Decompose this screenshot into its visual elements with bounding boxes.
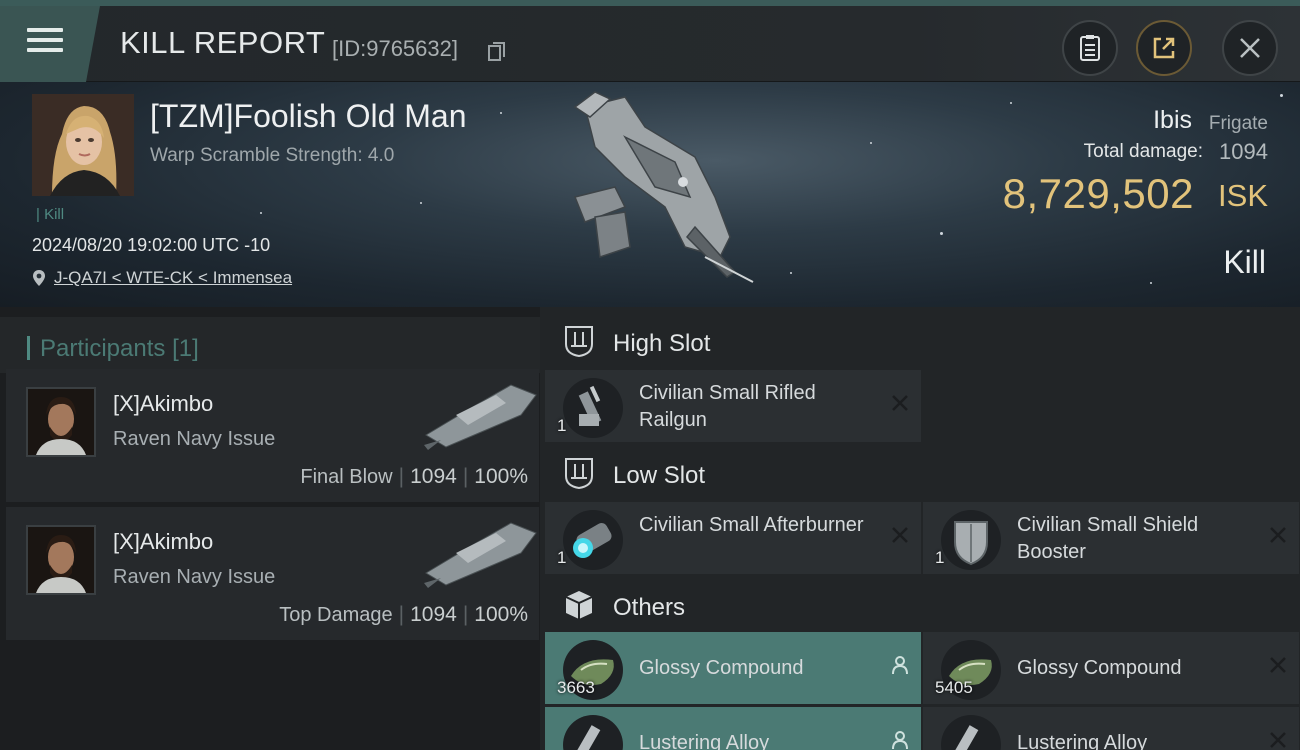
participant-ship-render: [424, 384, 537, 450]
ship-name: Ibis: [1153, 106, 1192, 134]
participants-title: Participants [1]: [40, 335, 199, 362]
participant-avatar[interactable]: [26, 387, 96, 457]
warp-scramble-strength: Warp Scramble Strength: 4.0: [150, 145, 395, 166]
fitting-item[interactable]: 3663 Glossy Compound: [545, 632, 921, 704]
item-name: Glossy Compound: [1017, 657, 1182, 679]
participant-ship: Raven Navy Issue: [113, 566, 276, 588]
isk-value: 8,729,502: [1002, 170, 1194, 217]
remove-x-icon[interactable]: [1269, 526, 1287, 544]
item-name: Civilian Small Rifled Railgun: [639, 382, 816, 431]
low-slot-header: Low Slot: [545, 442, 1300, 506]
kill-tag: | Kill: [36, 206, 65, 223]
copy-icon[interactable]: [488, 42, 506, 62]
fitting-item[interactable]: 1 Civilian Small Rifled Railgun: [545, 370, 921, 442]
person-icon: [892, 656, 908, 675]
fitting-item[interactable]: Lustering Alloy: [545, 707, 921, 750]
participant-ship: Raven Navy Issue: [113, 428, 276, 450]
victim-portrait[interactable]: [32, 94, 134, 196]
high-slot-icon: [565, 326, 593, 358]
fitting-panel: High Slot 1 Civilian Small Rifled Railgu…: [540, 307, 1300, 750]
participant-percent: 100%: [474, 603, 528, 626]
high-slot-title: High Slot: [613, 330, 711, 357]
item-name: Civilian Small Shield Booster: [1017, 514, 1199, 563]
shield-booster-icon: [941, 510, 1001, 570]
participant-name[interactable]: [X]Akimbo: [113, 529, 213, 555]
share-button[interactable]: [1136, 20, 1192, 76]
participant-ship-render: [424, 522, 537, 588]
clipboard-icon: [1080, 35, 1100, 61]
location-pin-icon: [33, 270, 45, 286]
participant-role: Final Blow: [300, 466, 393, 488]
item-name: Lustering Alloy: [639, 732, 770, 750]
others-box-icon: [565, 591, 593, 619]
low-slot-icon: [565, 458, 593, 490]
participant-row[interactable]: [X]Akimbo Raven Navy Issue Top Damage | 10…: [6, 507, 539, 640]
page-title: KILL REPORT: [120, 25, 326, 60]
low-slot-title: Low Slot: [613, 462, 706, 489]
others-header: Others: [545, 574, 1300, 638]
kill-id: [ID:9765632]: [332, 36, 458, 61]
participant-name[interactable]: [X]Akimbo: [113, 391, 213, 417]
afterburner-icon: [563, 510, 623, 570]
remove-x-icon[interactable]: [1269, 656, 1287, 674]
participant-percent: 100%: [474, 465, 528, 488]
remove-x-icon[interactable]: [891, 394, 909, 412]
railgun-icon: [563, 378, 623, 438]
item-name: Glossy Compound: [639, 657, 804, 679]
participants-header: Participants [1]: [0, 317, 540, 373]
close-button[interactable]: [1222, 20, 1278, 76]
remove-x-icon[interactable]: [891, 526, 909, 544]
others-title: Others: [613, 594, 686, 621]
victim-ship-render: [573, 91, 754, 283]
item-name: Civilian Small Afterburner: [639, 514, 864, 536]
total-damage-label: Total damage:: [1083, 141, 1203, 162]
isk-unit: ISK: [1218, 178, 1268, 213]
close-icon: [1240, 38, 1260, 58]
victim-name[interactable]: [TZM]Foolish Old Man: [150, 98, 467, 135]
participant-damage: 1094: [410, 603, 457, 626]
participant-stats: Final Blow | 1094 | 100%: [300, 465, 528, 488]
item-name: Lustering Alloy: [1017, 732, 1148, 750]
participant-role: Top Damage: [279, 604, 393, 626]
result-label: Kill: [1223, 244, 1266, 280]
share-icon: [1153, 37, 1175, 59]
victim-banner: [TZM]Foolish Old Man Warp Scramble Stren…: [0, 82, 1300, 307]
fitting-item[interactable]: 1 Civilian Small Afterburner: [545, 502, 921, 574]
lustering-alloy-icon: [563, 715, 623, 750]
total-damage-value: 1094: [1219, 139, 1268, 164]
participant-avatar[interactable]: [26, 525, 96, 595]
fitting-item[interactable]: 1 Civilian Small Shield Booster: [923, 502, 1299, 574]
remove-x-icon[interactable]: [1269, 731, 1287, 749]
location-link[interactable]: J-QA7I < WTE-CK < Immensea: [54, 268, 292, 288]
clipboard-button[interactable]: [1062, 20, 1118, 76]
participants-panel: Participants [1] [X]Akimbo Raven Navy Is…: [0, 307, 540, 750]
fitting-item[interactable]: 5405 Glossy Compound: [923, 632, 1299, 704]
participant-stats: Top Damage | 1094 | 100%: [279, 603, 528, 626]
participant-row[interactable]: [X]Akimbo Raven Navy Issue Final Blow | 10…: [6, 369, 539, 502]
person-icon: [892, 731, 908, 750]
lustering-alloy-icon: [941, 715, 1001, 750]
ship-class: Frigate: [1208, 113, 1268, 134]
header-bar: KILL REPORT [ID:9765632]: [0, 6, 1300, 82]
fitting-item[interactable]: Lustering Alloy: [923, 707, 1299, 750]
menu-button[interactable]: [0, 6, 100, 82]
participant-damage: 1094: [410, 465, 457, 488]
kill-timestamp: 2024/08/20 19:02:00 UTC -10: [32, 235, 271, 255]
high-slot-header: High Slot: [545, 310, 1300, 374]
